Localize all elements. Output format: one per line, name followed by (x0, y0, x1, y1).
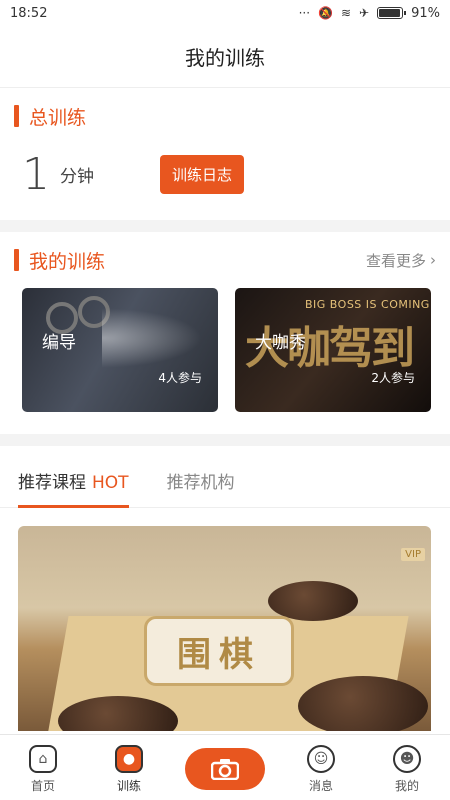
more-icon: ··· (298, 6, 311, 20)
total-minutes-unit: 分钟 (60, 166, 94, 187)
total-training-card: 总训练 1 分钟 训练日志 (0, 88, 450, 220)
my-training-header: 我的训练 查看更多 › (0, 232, 450, 288)
vip-badge: VIP (401, 548, 425, 561)
training-item-bigshow[interactable]: 大咖驾到 BIG BOSS IS COMING 大咖秀 2人参与 (235, 288, 431, 412)
tab-label: 推荐机构 (166, 473, 235, 493)
course-title-plate: 围棋 (144, 616, 294, 686)
my-training-card: 我的训练 查看更多 › 编导 4人参与 大咖驾到 BIG BOSS IS COM… (0, 232, 450, 434)
section-accent-bar (14, 249, 19, 271)
nav-mine-label: 我的 (394, 779, 419, 793)
status-bar: 18:52 ··· 🔕 ≋ ✈ 91% (0, 0, 450, 26)
total-section-title: 总训练 (14, 103, 86, 130)
nav-messages-label: 消息 (308, 779, 333, 793)
recommend-tabs: 推荐课程 HOT 推荐机构 (0, 446, 450, 508)
mute-icon: 🔕 (318, 6, 333, 20)
nav-mine[interactable]: ☻ 我的 (377, 745, 437, 794)
view-more-label: 查看更多 (365, 251, 426, 270)
chevron-right-icon: › (430, 251, 436, 269)
battery-percent: 91% (411, 5, 440, 21)
bottom-nav: ⌂ 首页 ● 训练 ☺ 消息 ☻ 我的 (0, 734, 450, 800)
nav-training[interactable]: ● 训练 (99, 745, 159, 794)
camera-icon (211, 759, 239, 780)
training-list: 编导 4人参与 大咖驾到 BIG BOSS IS COMING 大咖秀 2人参与 (0, 288, 450, 412)
course-card-go[interactable]: 围棋 VIP (18, 526, 431, 731)
training-icon: ● (115, 745, 143, 773)
total-row: 1 分钟 训练日志 (0, 144, 450, 204)
tab-recommended-courses[interactable]: 推荐课程 HOT (18, 468, 129, 508)
tab-recommended-institutions[interactable]: 推荐机构 (167, 468, 235, 507)
my-training-title: 我的训练 (14, 247, 105, 274)
training-item-name: 大咖秀 (255, 333, 306, 353)
total-section-header: 总训练 (0, 88, 450, 144)
messages-icon: ☺ (307, 745, 335, 773)
hot-badge: HOT (92, 473, 129, 493)
course-title: 围棋 (177, 634, 261, 675)
status-icons: ··· 🔕 ≋ ✈ 91% (299, 6, 440, 21)
training-item-count: 2人参与 (371, 371, 415, 385)
wifi-icon: ≋ (340, 6, 352, 20)
tab-label: 推荐课程 (18, 473, 86, 493)
profile-icon: ☻ (393, 745, 421, 773)
section-accent-bar (14, 105, 19, 127)
nav-home-label: 首页 (30, 779, 55, 793)
total-minutes-value: 1 (22, 148, 50, 200)
airplane-icon: ✈ (359, 6, 370, 20)
home-icon: ⌂ (29, 745, 57, 773)
training-item-director[interactable]: 编导 4人参与 (22, 288, 218, 412)
nav-home[interactable]: ⌂ 首页 (13, 745, 73, 794)
banner-small-text: BIG BOSS IS COMING (305, 298, 430, 311)
battery-icon (377, 7, 407, 19)
total-title-text: 总训练 (29, 106, 87, 129)
nav-training-label: 训练 (116, 779, 141, 793)
page-title: 我的训练 (0, 26, 450, 88)
status-time: 18:52 (10, 5, 48, 21)
nav-messages[interactable]: ☺ 消息 (291, 745, 351, 794)
camera-button[interactable] (185, 748, 265, 790)
training-log-button[interactable]: 训练日志 (160, 154, 245, 194)
my-training-title-text: 我的训练 (29, 250, 106, 273)
view-more-link[interactable]: 查看更多 › (366, 250, 436, 271)
training-item-count: 4人参与 (158, 371, 202, 385)
training-item-name: 编导 (42, 333, 76, 353)
